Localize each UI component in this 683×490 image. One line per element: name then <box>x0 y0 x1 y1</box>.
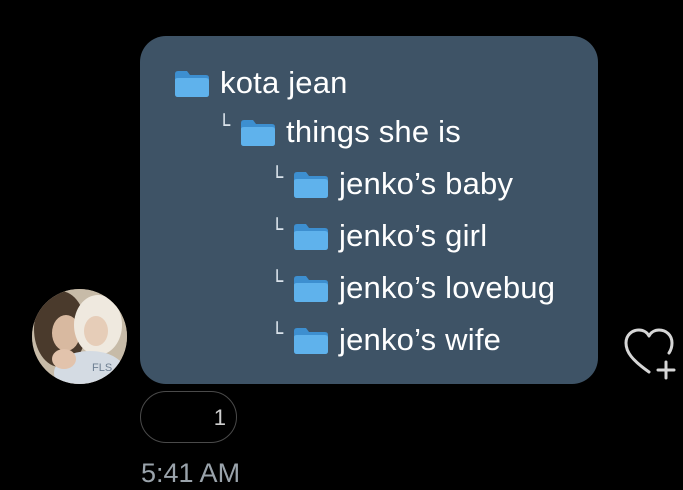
folder-row: └ jenko’s lovebug <box>271 268 555 308</box>
folder-icon <box>293 325 329 355</box>
avatar-photo: FLS <box>32 289 127 384</box>
folder-label: things she is <box>286 114 461 149</box>
folder-label: jenko’s girl <box>339 218 488 253</box>
folder-label: jenko’s wife <box>339 322 502 357</box>
folder-icon <box>293 273 329 303</box>
tree-branch: └ <box>271 321 284 345</box>
avatar[interactable]: FLS <box>32 289 127 384</box>
folder-row: kota jean <box>174 63 348 103</box>
folder-row: └ jenko’s girl <box>271 216 487 256</box>
folder-icon <box>293 169 329 199</box>
tree-branch: └ <box>218 113 231 137</box>
folder-icon <box>293 221 329 251</box>
folder-icon <box>174 68 210 98</box>
folder-icon <box>240 117 276 147</box>
folder-row: └ things she is <box>218 112 461 152</box>
tree-branch: └ <box>271 165 284 189</box>
heart-add-icon[interactable] <box>622 326 678 380</box>
reaction-count: 1 <box>213 405 226 430</box>
tree-branch: └ <box>271 269 284 293</box>
folder-label: jenko’s lovebug <box>339 270 556 305</box>
reaction-pill[interactable]: 1 <box>140 391 237 443</box>
folder-label: kota jean <box>220 65 348 100</box>
message-timestamp: 5:41 AM <box>141 458 241 488</box>
folder-row: └ jenko’s baby <box>271 164 513 204</box>
folder-row: └ jenko’s wife <box>271 320 501 360</box>
message-bubble[interactable]: kota jean └ things she is └ jenko’s baby… <box>140 36 598 384</box>
folder-label: jenko’s baby <box>339 166 514 201</box>
avatar-text: FLS <box>92 362 112 374</box>
tree-branch: └ <box>271 217 284 241</box>
